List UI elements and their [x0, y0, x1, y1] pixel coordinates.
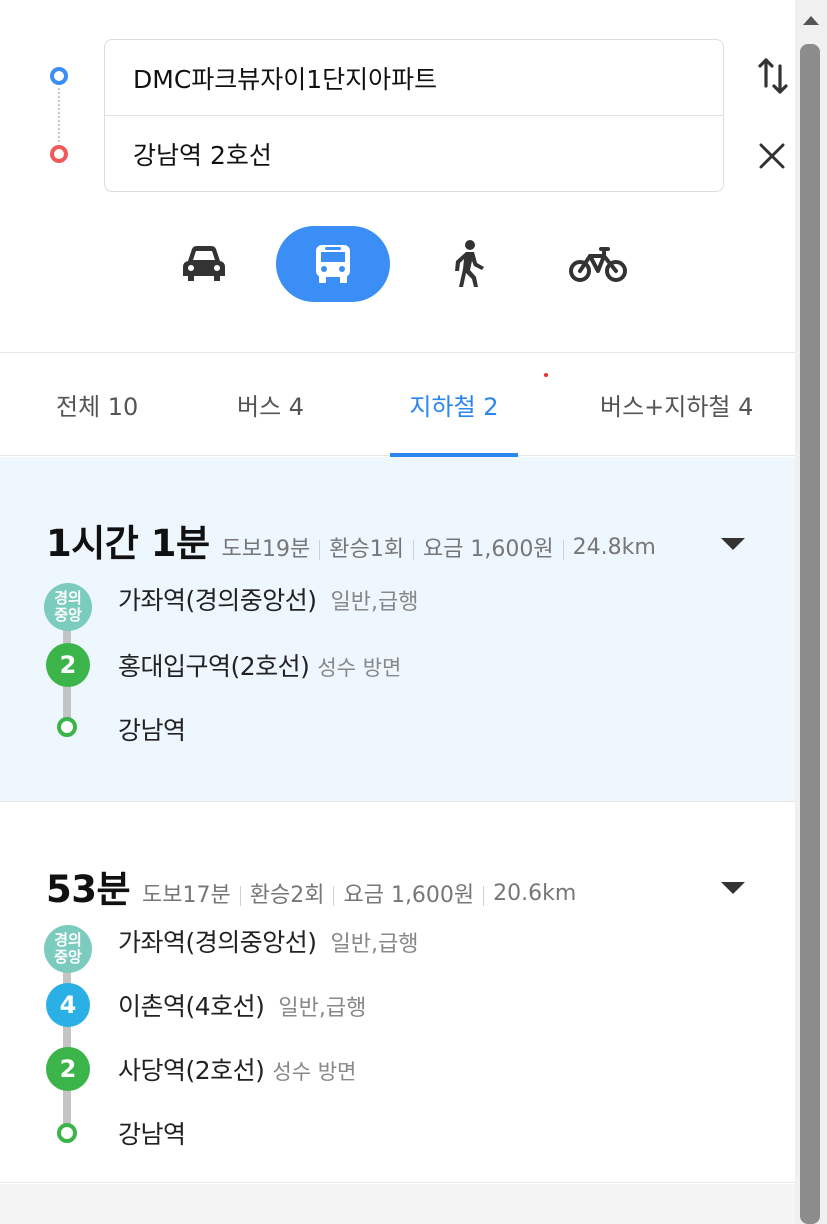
notification-dot — [544, 373, 548, 377]
station-name: 강남역 — [118, 1120, 186, 1149]
station-name: 이촌역(4호선) — [118, 992, 265, 1021]
train-type: 일반,급행 — [330, 590, 419, 615]
gyeongui-jungang-line-badge: 경의 중앙 — [44, 583, 92, 631]
station-name: 홍대입구역(2호선) — [118, 652, 310, 681]
route-card[interactable]: 1시간 1분 도보19분 환승1회 요금 1,600원 24.8km 경의 중앙… — [0, 457, 795, 802]
route-type-tabs: 전체 10 버스 4 지하철 2 버스+지하철 4 — [0, 352, 795, 457]
mode-car-button[interactable] — [166, 226, 242, 302]
list-item: 경의 중앙 가좌역(경의중앙선) 일반,급행 — [0, 577, 795, 637]
route-card[interactable]: 53분 도보17분 환승2회 요금 1,600원 20.6km 경의 중앙 가좌… — [0, 803, 795, 1183]
fare: 요금 1,600원 — [422, 537, 554, 562]
transfer-count: 환승1회 — [329, 537, 404, 562]
distance: 24.8km — [572, 534, 656, 560]
divider — [483, 886, 485, 906]
chevron-down-icon[interactable] — [720, 880, 746, 896]
mode-bike-button[interactable] — [560, 226, 636, 302]
tab-bus-subway[interactable]: 버스+지하철 4 — [600, 353, 753, 455]
station-name: 가좌역(경의중앙선) — [118, 586, 317, 615]
route-duration: 1시간 1분 — [46, 522, 210, 565]
origin-input[interactable]: DMC파크뷰자이1단지아파트 — [105, 40, 723, 116]
chevron-down-icon[interactable] — [720, 536, 746, 552]
mode-walk-button[interactable] — [430, 226, 506, 302]
tab-bus[interactable]: 버스 4 — [237, 353, 304, 455]
list-item: 2 사당역(2호선) 성수 방면 — [0, 1047, 795, 1107]
divider — [562, 540, 564, 560]
swap-icon[interactable] — [756, 56, 790, 96]
divider — [319, 540, 321, 560]
route-meta: 도보19분 환승1회 요금 1,600원 24.8km — [222, 531, 656, 563]
list-item: 경의 중앙 가좌역(경의중앙선) 일반,급행 — [0, 921, 795, 981]
mode-transit-button[interactable] — [276, 226, 390, 302]
close-icon[interactable] — [756, 140, 788, 172]
divider — [239, 886, 241, 906]
next-route-card — [0, 1184, 795, 1224]
tab-subway[interactable]: 지하철 2 — [390, 353, 518, 457]
destination-stop-icon — [57, 717, 77, 737]
divider — [333, 886, 335, 906]
walk-time: 도보19분 — [221, 537, 311, 562]
walk-icon — [455, 240, 484, 287]
route-summary: 53분 도보17분 환승2회 요금 1,600원 20.6km — [46, 859, 576, 913]
directions-panel: DMC파크뷰자이1단지아파트 강남역 2호선 전체 10 버스 4 지하철 2 … — [0, 0, 795, 1224]
station-name: 사당역(2호선) — [118, 1056, 265, 1085]
line2-badge: 2 — [46, 1047, 90, 1091]
tab-all[interactable]: 전체 10 — [56, 353, 138, 455]
bus-icon — [316, 245, 350, 283]
list-item: 강남역 — [0, 707, 795, 767]
line4-badge: 4 — [46, 983, 90, 1027]
walk-time: 도보17분 — [142, 883, 231, 908]
gyeongui-jungang-line-badge: 경의 중앙 — [44, 925, 92, 973]
route-summary: 1시간 1분 도보19분 환승1회 요금 1,600원 24.8km — [46, 513, 656, 567]
train-type: 일반,급행 — [278, 996, 367, 1021]
destination-stop-icon — [57, 1123, 77, 1143]
list-item: 2 홍대입구역(2호선) 성수 방면 — [0, 643, 795, 703]
car-icon — [183, 246, 225, 281]
distance: 20.6km — [493, 880, 577, 906]
divider — [412, 540, 414, 560]
train-type: 일반,급행 — [330, 932, 419, 957]
station-name: 가좌역(경의중앙선) — [118, 928, 317, 957]
direction: 성수 방면 — [317, 656, 402, 680]
search-inputs: DMC파크뷰자이1단지아파트 강남역 2호선 — [104, 39, 724, 192]
origin-marker-icon — [50, 67, 68, 85]
route-meta: 도보17분 환승2회 요금 1,600원 20.6km — [142, 877, 576, 909]
list-item: 강남역 — [0, 1109, 795, 1169]
line2-badge: 2 — [46, 643, 90, 687]
list-item: 4 이촌역(4호선) 일반,급행 — [0, 983, 795, 1043]
transfer-count: 환승2회 — [249, 883, 325, 908]
fare: 요금 1,600원 — [343, 883, 475, 908]
search-area: DMC파크뷰자이1단지아파트 강남역 2호선 — [0, 0, 795, 352]
tab-subway-label: 지하철 2 — [409, 392, 499, 421]
direction: 성수 방면 — [272, 1060, 357, 1084]
scroll-up-icon[interactable] — [798, 10, 824, 30]
scrollbar-thumb[interactable] — [800, 44, 820, 1224]
station-name: 강남역 — [118, 716, 186, 745]
route-connector — [58, 88, 60, 142]
destination-input[interactable]: 강남역 2호선 — [105, 116, 723, 192]
destination-marker-icon — [50, 145, 68, 163]
route-duration: 53분 — [46, 868, 131, 911]
bike-icon — [569, 247, 627, 282]
